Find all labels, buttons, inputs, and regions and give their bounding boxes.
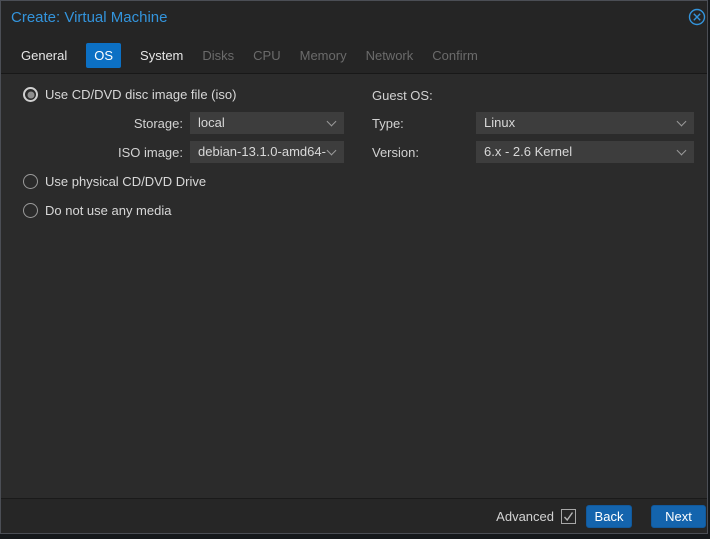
type-label: Type: bbox=[372, 116, 404, 131]
radio-use-iso-label: Use CD/DVD disc image file (iso) bbox=[45, 87, 236, 102]
radio-no-media-label: Do not use any media bbox=[45, 203, 171, 218]
os-tab-panel: Use CD/DVD disc image file (iso) Storage… bbox=[1, 73, 707, 498]
iso-image-label: ISO image: bbox=[1, 145, 183, 160]
next-button[interactable]: Next bbox=[651, 505, 706, 528]
radio-physical-drive[interactable]: Use physical CD/DVD Drive bbox=[23, 174, 206, 189]
radio-physical-drive-label: Use physical CD/DVD Drive bbox=[45, 174, 206, 189]
os-type-select[interactable]: Linux bbox=[476, 112, 694, 134]
back-button[interactable]: Back bbox=[586, 505, 632, 528]
tab-system[interactable]: System bbox=[140, 43, 183, 68]
radio-selected-icon[interactable] bbox=[23, 87, 38, 102]
os-version-select[interactable]: 6.x - 2.6 Kernel bbox=[476, 141, 694, 163]
storage-select[interactable]: local bbox=[190, 112, 344, 134]
iso-image-value: debian-13.1.0-amd64- bbox=[198, 144, 326, 159]
advanced-label: Advanced bbox=[496, 509, 554, 524]
chevron-down-icon bbox=[677, 117, 687, 127]
chevron-down-icon bbox=[327, 146, 337, 156]
storage-value: local bbox=[198, 115, 225, 130]
os-version-value: 6.x - 2.6 Kernel bbox=[484, 144, 572, 159]
iso-image-select[interactable]: debian-13.1.0-amd64- bbox=[190, 141, 344, 163]
radio-unselected-icon[interactable] bbox=[23, 174, 38, 189]
storage-label: Storage: bbox=[1, 116, 183, 131]
tab-general[interactable]: General bbox=[21, 43, 67, 68]
close-icon[interactable] bbox=[688, 8, 706, 26]
guest-os-heading: Guest OS: bbox=[372, 88, 433, 103]
radio-use-iso[interactable]: Use CD/DVD disc image file (iso) bbox=[23, 87, 236, 102]
tab-os[interactable]: OS bbox=[86, 43, 121, 68]
radio-unselected-icon[interactable] bbox=[23, 203, 38, 218]
radio-no-media[interactable]: Do not use any media bbox=[23, 203, 171, 218]
tab-memory: Memory bbox=[300, 43, 347, 68]
chevron-down-icon bbox=[327, 117, 337, 127]
advanced-checkbox[interactable] bbox=[561, 509, 576, 524]
tab-bar: General OS System Disks CPU Memory Netwo… bbox=[1, 37, 707, 73]
dialog-footer: Advanced Back Next bbox=[1, 498, 707, 533]
os-type-value: Linux bbox=[484, 115, 515, 130]
dialog-title: Create: Virtual Machine bbox=[11, 9, 167, 26]
version-label: Version: bbox=[372, 145, 419, 160]
tab-cpu: CPU bbox=[253, 43, 280, 68]
tab-network: Network bbox=[366, 43, 414, 68]
tab-disks: Disks bbox=[202, 43, 234, 68]
tab-confirm: Confirm bbox=[432, 43, 478, 68]
check-icon bbox=[563, 511, 574, 522]
dialog-titlebar: Create: Virtual Machine bbox=[1, 1, 707, 37]
chevron-down-icon bbox=[677, 146, 687, 156]
create-vm-dialog: Create: Virtual Machine General OS Syste… bbox=[0, 0, 708, 534]
